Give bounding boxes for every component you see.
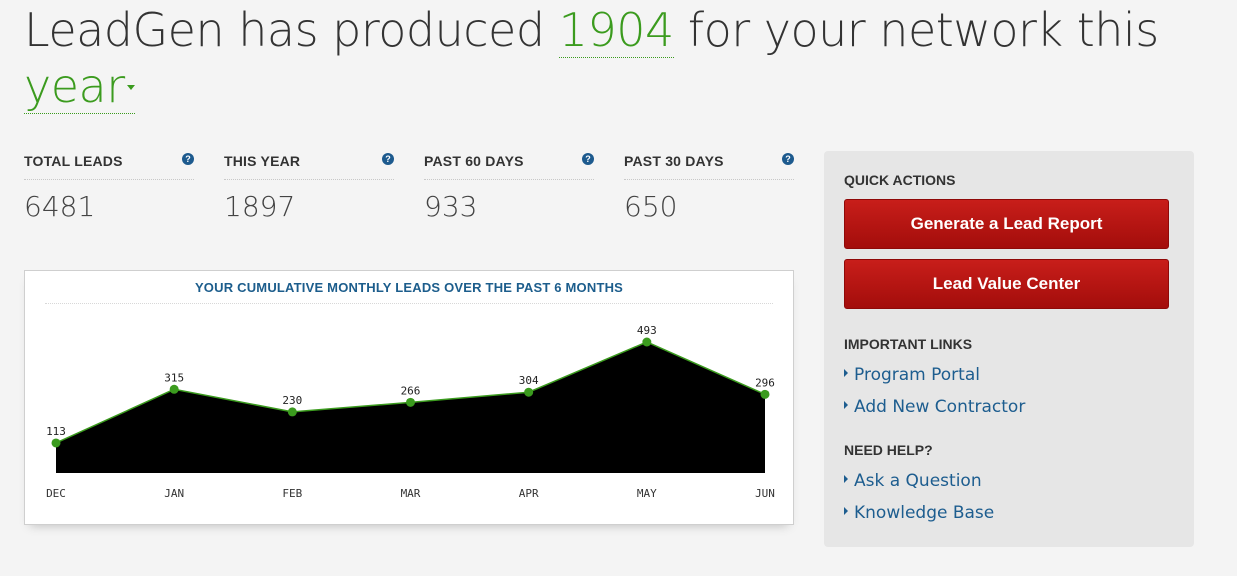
link-label: Program Portal — [854, 365, 980, 385]
link-add-new-contractor[interactable]: Add New Contractor — [844, 397, 1025, 417]
stat-this-year: THIS YEAR ? 1897 — [224, 150, 394, 223]
caret-right-icon — [844, 369, 848, 377]
x-tick-label: JAN — [164, 487, 184, 500]
data-label: 315 — [164, 371, 184, 384]
data-point — [51, 438, 61, 448]
data-label: 304 — [519, 374, 539, 387]
lead-value-center-button[interactable]: Lead Value Center — [844, 259, 1169, 309]
stat-past-30-days: PAST 30 DAYS ? 650 — [624, 150, 794, 223]
link-knowledge-base[interactable]: Knowledge Base — [844, 503, 994, 523]
x-tick-label: APR — [519, 487, 539, 500]
data-label: 230 — [282, 394, 302, 407]
data-point — [642, 337, 652, 347]
data-point — [287, 407, 297, 417]
x-tick-label: MAR — [401, 487, 421, 500]
link-label: Ask a Question — [854, 471, 982, 491]
period-dropdown[interactable]: year — [24, 59, 135, 114]
generate-lead-report-button[interactable]: Generate a Lead Report — [844, 199, 1169, 249]
help-icon[interactable]: ? — [182, 153, 194, 165]
caret-right-icon — [844, 401, 848, 409]
link-label: Knowledge Base — [854, 503, 995, 523]
x-tick-label: DEC — [46, 487, 66, 500]
help-icon[interactable]: ? — [382, 153, 394, 165]
period-dropdown-label: year — [24, 59, 125, 113]
headline-middle: for your network this — [673, 3, 1159, 57]
x-tick-label: JUN — [755, 487, 775, 500]
data-label: 493 — [637, 324, 657, 337]
important-links-title: IMPORTANT LINKS — [844, 336, 973, 352]
stat-past-60-days: PAST 60 DAYS ? 933 — [424, 150, 594, 223]
headline: LeadGen has produced 1904 for your netwo… — [24, 2, 1204, 114]
headline-prefix: LeadGen has produced — [24, 3, 559, 57]
data-point — [406, 397, 415, 407]
chart-canvas: 113 DEC 315 JAN 230 FEB 266 MAR 304 APR 493 MAY 296 J… — [46, 324, 775, 500]
data-point — [524, 387, 534, 397]
data-label: 296 — [755, 376, 775, 389]
x-tick-label: FEB — [282, 487, 302, 500]
caret-down-icon — [126, 85, 135, 90]
stat-value: 650 — [624, 190, 678, 223]
area-fill — [56, 342, 765, 473]
caret-right-icon — [844, 475, 848, 483]
stat-value: 1897 — [224, 190, 296, 223]
link-label: Add New Contractor — [854, 397, 1026, 417]
help-icon[interactable]: ? — [582, 153, 594, 165]
quick-actions-title: QUICK ACTIONS — [844, 172, 956, 188]
headline-lead-count: 1904 — [558, 3, 674, 58]
stat-value: 933 — [424, 190, 478, 223]
sidebar-panel: QUICK ACTIONS Generate a Lead Report Lea… — [824, 151, 1194, 547]
link-program-portal[interactable]: Program Portal — [844, 365, 980, 385]
data-point — [760, 389, 770, 399]
x-tick-label: MAY — [637, 487, 657, 500]
leads-chart: YOUR CUMULATIVE MONTHLY LEADS OVER THE P… — [24, 270, 794, 525]
data-label: 113 — [46, 425, 66, 438]
stat-label: THIS YEAR — [224, 153, 301, 169]
data-point — [169, 384, 179, 394]
link-ask-a-question[interactable]: Ask a Question — [844, 471, 982, 491]
stat-label: TOTAL LEADS — [24, 153, 123, 169]
stat-label: PAST 60 DAYS — [424, 153, 524, 169]
caret-right-icon — [844, 507, 848, 515]
need-help-title: NEED HELP? — [844, 442, 933, 458]
stat-total-leads: TOTAL LEADS ? 6481 — [24, 150, 194, 223]
stat-value: 6481 — [24, 190, 96, 223]
help-icon[interactable]: ? — [782, 153, 794, 165]
data-label: 266 — [401, 384, 421, 397]
stat-label: PAST 30 DAYS — [624, 153, 724, 169]
